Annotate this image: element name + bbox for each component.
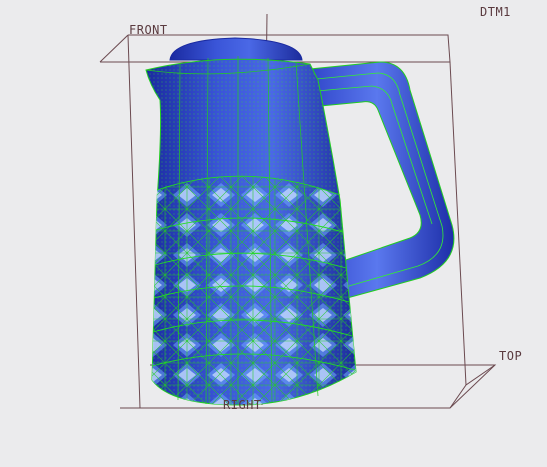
kettle-lid[interactable] bbox=[169, 37, 303, 61]
datum-label-top[interactable]: TOP bbox=[499, 349, 522, 363]
model-canvas[interactable] bbox=[0, 0, 547, 463]
datum-label-front[interactable]: FRONT bbox=[129, 23, 168, 37]
kettle-body[interactable] bbox=[145, 56, 357, 406]
datum-label-dtm1[interactable]: DTM1 bbox=[480, 5, 511, 19]
cad-3d-viewport[interactable]: FRONT DTM1 TOP RIGHT bbox=[0, 0, 547, 463]
datum-label-right[interactable]: RIGHT bbox=[223, 398, 262, 412]
